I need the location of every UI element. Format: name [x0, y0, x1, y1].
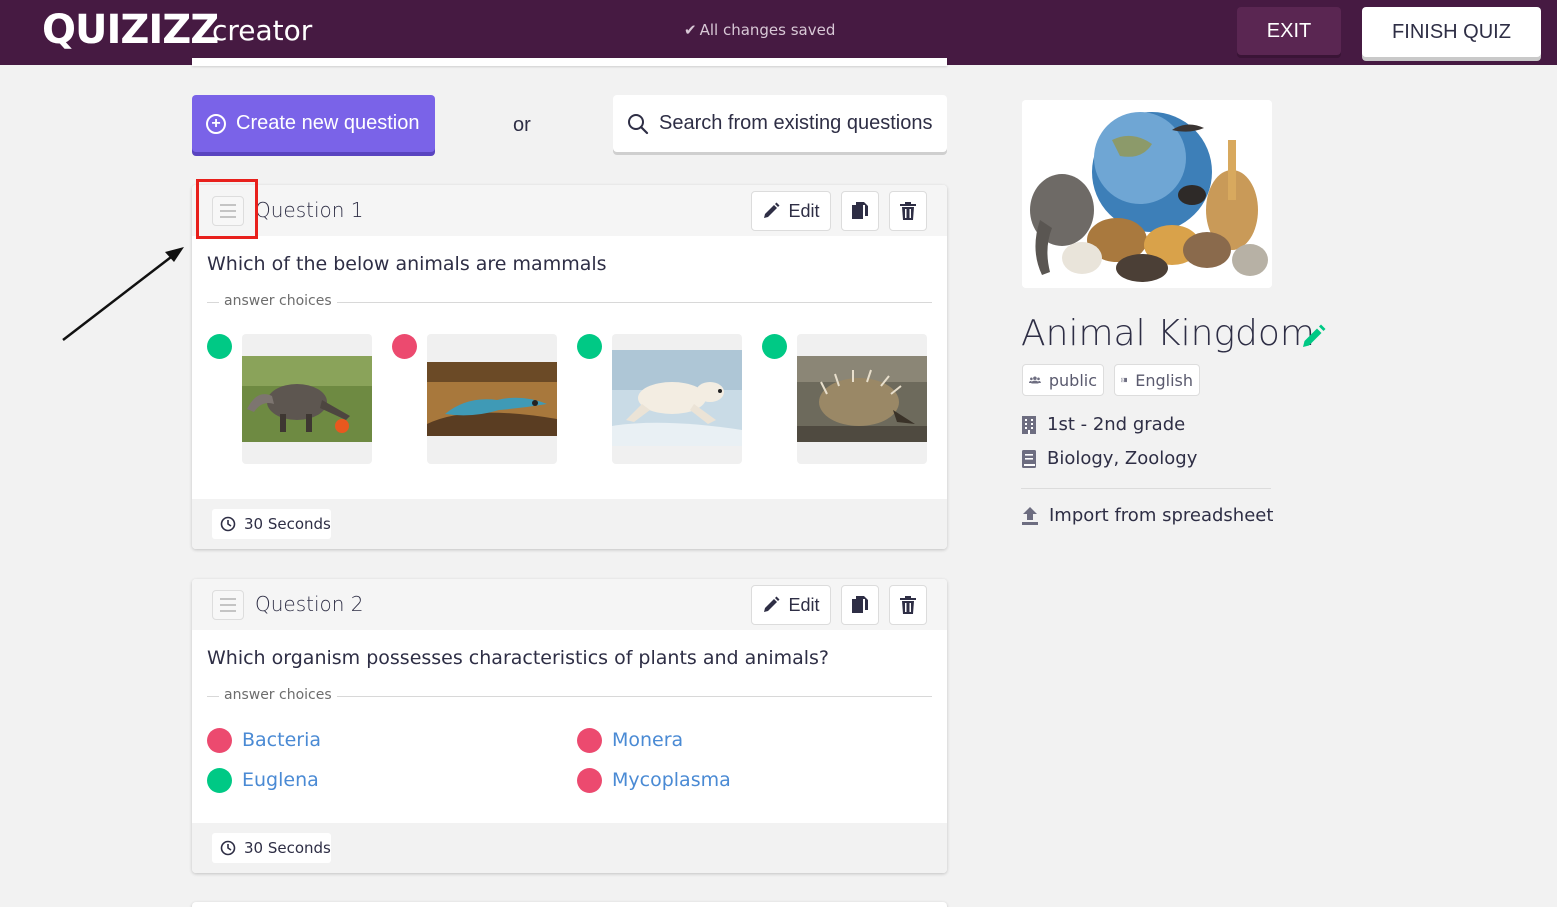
question-footer: 30 Seconds [192, 823, 947, 873]
incorrect-indicator [577, 768, 602, 793]
question-footer: 30 Seconds [192, 499, 947, 549]
correct-indicator [207, 768, 232, 793]
answer-image-polar-bear [612, 334, 742, 464]
trash-icon [900, 202, 916, 220]
duplicate-question-button[interactable] [841, 191, 879, 231]
answer-choices-divider: answer choices [207, 687, 932, 703]
time-limit-badge[interactable]: 30 Seconds [212, 509, 331, 539]
users-icon [1029, 376, 1041, 384]
create-question-label: Create new question [236, 112, 420, 134]
or-label: or [513, 114, 531, 136]
answer-image-echidna [797, 334, 927, 464]
question-card-2: Question 2 Edit Which organism possesses… [192, 579, 947, 873]
time-limit-text: 30 Seconds [244, 839, 331, 857]
clock-icon [220, 516, 236, 532]
correct-indicator [207, 334, 232, 359]
check-icon: ✔ [684, 21, 697, 39]
question-header: Question 2 Edit [192, 579, 947, 630]
create-question-button[interactable]: + Create new question [192, 95, 435, 152]
question-title: Question 1 [255, 198, 364, 222]
plus-circle-icon: + [206, 113, 226, 134]
save-status-text: All changes saved [699, 21, 836, 39]
pencil-icon [764, 202, 780, 218]
edit-question-button[interactable]: Edit [751, 191, 831, 231]
answer-choice-text: Mycoplasma [612, 769, 731, 791]
top-bar: QUIZIZZ creator ✔ All changes saved EXIT … [0, 0, 1557, 65]
highlight-box [196, 179, 258, 239]
trash-icon [900, 596, 916, 614]
building-icon [1022, 415, 1036, 434]
answer-choice-text: Euglena [242, 769, 319, 791]
subject-info: Biology, Zoology [1021, 448, 1197, 469]
answer-choice-text: Monera [612, 729, 684, 751]
delete-question-button[interactable] [889, 191, 927, 231]
save-status: ✔ All changes saved [684, 21, 835, 39]
copy-icon [852, 202, 868, 219]
question-card-1: Question 1 Edit Which of the below anima… [192, 185, 947, 549]
time-limit-badge[interactable]: 30 Seconds [212, 833, 331, 863]
quiz-cover-image[interactable] [1022, 100, 1272, 288]
language-text: English [1135, 370, 1193, 390]
search-existing-label: Search from existing questions [659, 112, 933, 134]
edit-label: Edit [788, 594, 820, 615]
answer-choices-label: answer choices [219, 293, 337, 309]
correct-indicator [577, 334, 602, 359]
incorrect-indicator [577, 728, 602, 753]
visibility-text: public [1048, 370, 1097, 390]
edit-title-pencil-icon[interactable] [1300, 324, 1326, 355]
svg-text:A: A [1122, 378, 1124, 382]
incorrect-indicator [392, 334, 417, 359]
correct-indicator [762, 334, 787, 359]
edit-label: Edit [788, 200, 820, 221]
search-icon [628, 113, 649, 134]
quiz-title: Animal Kingdom [1021, 313, 1315, 354]
quizizz-logo[interactable]: QUIZIZZ [42, 7, 219, 53]
book-icon [1022, 449, 1036, 468]
answer-image-lizard [427, 334, 557, 464]
exit-button[interactable]: EXIT [1237, 7, 1341, 55]
upload-icon [1022, 506, 1038, 525]
panel-divider [1021, 488, 1271, 489]
grade-text: 1st - 2nd grade [1047, 414, 1186, 435]
answer-choices-label: answer choices [219, 687, 337, 703]
grade-info: 1st - 2nd grade [1021, 414, 1185, 435]
question-text: Which of the below animals are mammals [207, 253, 607, 275]
question-text: Which organism possesses characteristics… [207, 647, 830, 669]
question-card-3 [192, 902, 947, 907]
import-spreadsheet-link[interactable]: Import from spreadsheet [1021, 505, 1273, 526]
clock-icon [220, 840, 236, 856]
finish-quiz-button[interactable]: FINISH QUIZ [1362, 7, 1541, 57]
answer-choices-divider: answer choices [207, 293, 932, 309]
duplicate-question-button[interactable] [841, 585, 879, 625]
annotation-arrow-icon [62, 247, 184, 341]
subject-text: Biology, Zoology [1047, 448, 1198, 469]
language-chip[interactable]: A English [1114, 364, 1200, 396]
import-text: Import from spreadsheet [1049, 505, 1274, 526]
copy-icon [852, 596, 868, 613]
delete-question-button[interactable] [889, 585, 927, 625]
edit-question-button[interactable]: Edit [751, 585, 831, 625]
incorrect-indicator [207, 728, 232, 753]
search-existing-button[interactable]: Search from existing questions [613, 95, 947, 152]
question-title: Question 2 [255, 592, 364, 616]
visibility-chip[interactable]: public [1022, 364, 1104, 396]
top-strip [192, 58, 947, 66]
pencil-icon [764, 596, 780, 612]
answer-image-anteater [242, 334, 372, 464]
drag-handle-icon[interactable] [212, 590, 244, 620]
language-icon: A [1121, 377, 1128, 383]
creator-label: creator [212, 14, 313, 47]
answer-choice-text: Bacteria [242, 729, 321, 751]
question-header: Question 1 Edit [192, 185, 947, 236]
time-limit-text: 30 Seconds [244, 515, 331, 533]
